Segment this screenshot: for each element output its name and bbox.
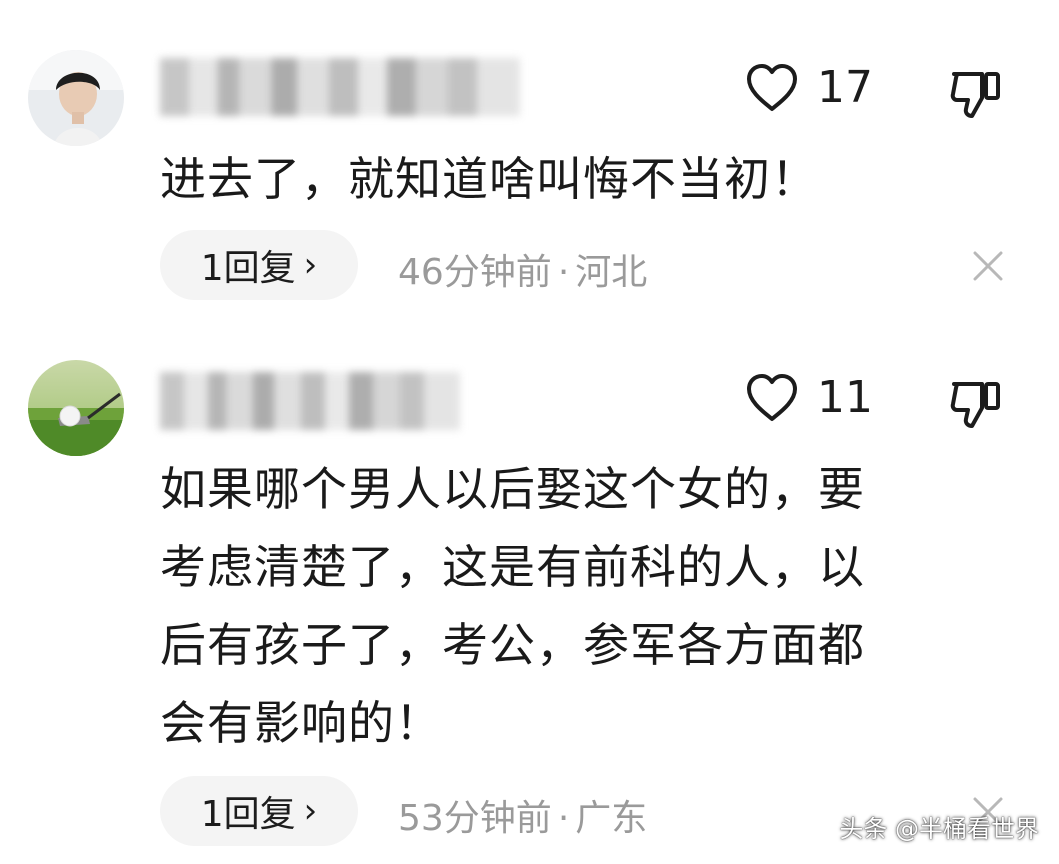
person-avatar-icon xyxy=(28,50,124,146)
comment-meta: 46分钟前 · 河北 xyxy=(398,243,647,295)
avatar[interactable] xyxy=(28,50,124,146)
reply-button[interactable]: 1回复 › xyxy=(160,776,358,846)
comment-text: 进去了，就知道啥叫悔不当初！ xyxy=(160,152,818,206)
thumbs-down-icon xyxy=(950,72,1000,118)
like-button[interactable]: 11 xyxy=(745,372,873,423)
comment-text: 如果哪个男人以后娶这个女的，要 考虑清楚了，这是有前科的人，以 后有孩子了，考公… xyxy=(160,462,865,750)
close-button[interactable] xyxy=(970,248,1006,288)
chevron-right-icon: › xyxy=(303,791,318,831)
like-count: 11 xyxy=(817,372,873,423)
golf-ball-avatar-icon xyxy=(28,360,124,456)
comment-time: 46分钟前 xyxy=(398,252,552,293)
chevron-right-icon: › xyxy=(303,245,318,285)
thumbs-down-icon xyxy=(950,382,1000,428)
like-button[interactable]: 17 xyxy=(745,62,873,113)
dislike-button[interactable] xyxy=(948,378,1002,434)
watermark: 头条 @半桶看世界 xyxy=(839,815,1039,843)
comment-meta: 53分钟前 · 广东 xyxy=(398,789,647,841)
like-count: 17 xyxy=(817,62,873,113)
reply-button[interactable]: 1回复 › xyxy=(160,230,358,300)
meta-separator: · xyxy=(557,798,570,839)
reply-count: 1回复 xyxy=(200,794,296,835)
comment-location: 河北 xyxy=(575,252,648,293)
dislike-button[interactable] xyxy=(948,68,1002,124)
comment-location: 广东 xyxy=(575,798,648,839)
reply-count: 1回复 xyxy=(200,248,296,289)
heart-outline-icon xyxy=(747,373,797,421)
comment-time: 53分钟前 xyxy=(398,798,552,839)
close-icon xyxy=(973,251,1003,281)
avatar[interactable] xyxy=(28,360,124,456)
meta-separator: · xyxy=(557,252,570,293)
username-blurred xyxy=(160,372,460,430)
username-blurred xyxy=(160,58,520,116)
heart-outline-icon xyxy=(747,63,797,111)
